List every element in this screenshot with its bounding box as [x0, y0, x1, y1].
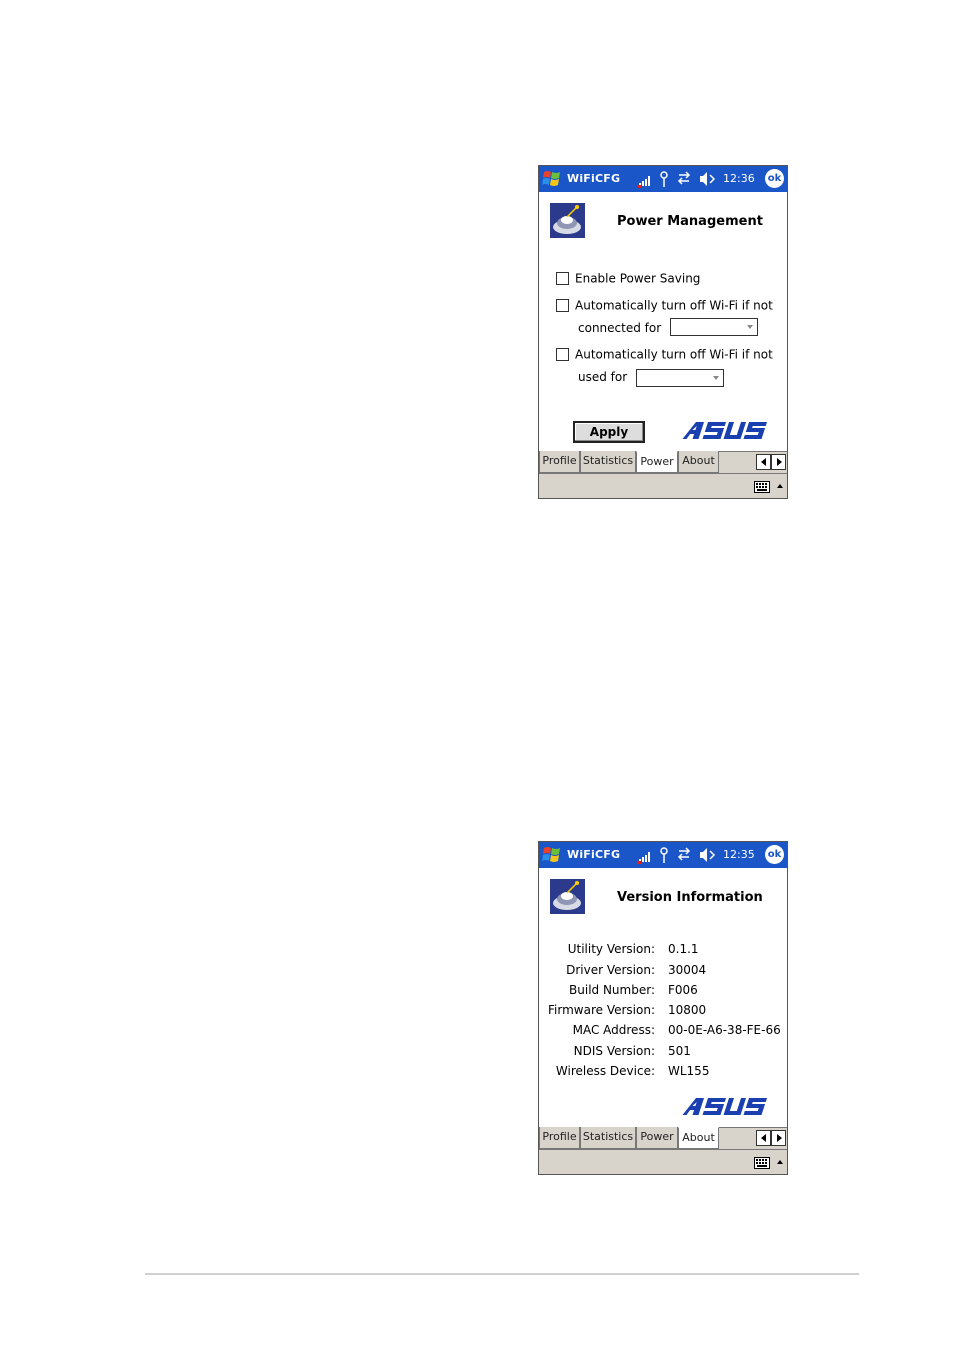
- ok-button[interactable]: ok: [765, 169, 784, 188]
- tab-statistics[interactable]: Statistics: [580, 451, 636, 473]
- volume-icon[interactable]: [700, 848, 716, 862]
- app-title: WiFiCFG: [567, 848, 621, 861]
- title-bar: WiFiCFG 12:36 ok: [539, 166, 787, 192]
- signal-strength-icon[interactable]: [637, 176, 650, 188]
- apply-button[interactable]: Apply: [573, 421, 645, 443]
- auto-off-not-connected-option[interactable]: Automatically turn off Wi-Fi if not: [556, 298, 773, 314]
- antenna-icon[interactable]: [660, 847, 668, 863]
- menu-bar: [539, 1149, 787, 1174]
- info-row-ndis-version: NDIS Version: 501: [539, 1044, 787, 1060]
- tab-scroll-left-button[interactable]: [756, 454, 771, 470]
- connected-for-dropdown[interactable]: [670, 318, 758, 336]
- title-bar: WiFiCFG 12:35 ok: [539, 842, 787, 868]
- input-panel-arrow-icon[interactable]: [777, 1160, 783, 1164]
- connected-for-label: connected for: [578, 321, 662, 335]
- keyboard-icon[interactable]: [754, 1157, 770, 1169]
- windows-start-icon[interactable]: [541, 844, 563, 866]
- ok-button[interactable]: ok: [765, 845, 784, 864]
- info-label: Firmware Version:: [548, 1003, 655, 1017]
- scroll-left-icon: [761, 458, 766, 466]
- clock-time[interactable]: 12:36: [723, 172, 755, 185]
- auto-off-not-connected-checkbox[interactable]: [556, 299, 569, 312]
- tab-scroll-left-button[interactable]: [756, 1130, 771, 1146]
- info-value: WL155: [668, 1064, 710, 1078]
- info-row-wireless-device: Wireless Device: WL155: [539, 1064, 787, 1080]
- checkbox-label: Enable Power Saving: [575, 271, 701, 286]
- info-label: Utility Version:: [567, 942, 655, 956]
- tab-statistics[interactable]: Statistics: [580, 1127, 636, 1149]
- auto-off-not-used-option[interactable]: Automatically turn off Wi-Fi if not: [556, 347, 773, 363]
- used-for-label: used for: [578, 370, 628, 384]
- info-row-mac-address: MAC Address: 00-0E-A6-38-FE-66: [539, 1023, 787, 1039]
- menu-bar: [539, 473, 787, 498]
- tab-bar: Profile Statistics Power About: [539, 1127, 787, 1149]
- clock-time[interactable]: 12:35: [723, 848, 755, 861]
- footer-divider: [145, 1273, 859, 1275]
- info-row-build-number: Build Number: F006: [539, 983, 787, 999]
- chevron-down-icon: [747, 325, 753, 329]
- info-row-firmware-version: Firmware Version: 10800: [539, 1003, 787, 1019]
- signal-strength-icon[interactable]: [637, 852, 650, 864]
- page-title: Version Information: [617, 890, 763, 905]
- tab-power[interactable]: Power: [636, 1127, 678, 1149]
- input-panel-arrow-icon[interactable]: [777, 484, 783, 488]
- info-value: F006: [668, 983, 698, 997]
- chevron-down-icon: [713, 376, 719, 380]
- info-label: MAC Address:: [572, 1023, 655, 1037]
- enable-power-saving-checkbox[interactable]: [556, 272, 569, 285]
- tab-scroll-right-button[interactable]: [771, 454, 786, 470]
- wifi-utility-icon: [550, 879, 585, 914]
- tab-profile[interactable]: Profile: [539, 451, 580, 473]
- connectivity-icon[interactable]: [677, 847, 691, 861]
- info-value: 10800: [668, 1003, 707, 1017]
- asus-logo: [682, 422, 768, 439]
- info-row-utility-version: Utility Version: 0.1.1: [539, 942, 787, 958]
- app-title: WiFiCFG: [567, 172, 621, 185]
- antenna-icon[interactable]: [660, 171, 668, 187]
- wifi-utility-icon: [550, 203, 585, 238]
- info-label: NDIS Version:: [573, 1044, 655, 1058]
- checkbox-label: Automatically turn off Wi-Fi if not: [575, 347, 773, 362]
- auto-off-not-used-checkbox[interactable]: [556, 348, 569, 361]
- info-value: 30004: [668, 963, 707, 977]
- info-value: 501: [668, 1044, 691, 1058]
- info-value: 00-0E-A6-38-FE-66: [668, 1023, 781, 1037]
- info-label: Driver Version:: [566, 963, 655, 977]
- checkbox-label: Automatically turn off Wi-Fi if not: [575, 298, 773, 313]
- asus-logo: [682, 1098, 768, 1115]
- connectivity-icon[interactable]: [677, 171, 691, 185]
- info-label: Wireless Device:: [555, 1064, 655, 1078]
- scroll-right-icon: [777, 1134, 782, 1142]
- keyboard-icon[interactable]: [754, 481, 770, 493]
- tab-about[interactable]: About: [678, 451, 719, 473]
- info-label: Build Number:: [569, 983, 655, 997]
- tab-about[interactable]: About: [678, 1127, 719, 1149]
- version-information-screen: WiFiCFG 12:35 ok Version Information Uti…: [538, 841, 788, 1175]
- power-management-screen: WiFiCFG 12:36 ok Power Management Enable…: [538, 165, 788, 499]
- enable-power-saving-option[interactable]: Enable Power Saving: [556, 271, 700, 287]
- scroll-right-icon: [777, 458, 782, 466]
- used-for-dropdown[interactable]: [636, 369, 724, 387]
- windows-start-icon[interactable]: [541, 168, 563, 190]
- info-row-driver-version: Driver Version: 30004: [539, 963, 787, 979]
- info-value: 0.1.1: [668, 942, 699, 956]
- tab-power[interactable]: Power: [636, 451, 678, 473]
- tab-profile[interactable]: Profile: [539, 1127, 580, 1149]
- volume-icon[interactable]: [700, 172, 716, 186]
- page-title: Power Management: [617, 214, 763, 229]
- tab-bar: Profile Statistics Power About: [539, 451, 787, 473]
- tab-scroll-right-button[interactable]: [771, 1130, 786, 1146]
- scroll-left-icon: [761, 1134, 766, 1142]
